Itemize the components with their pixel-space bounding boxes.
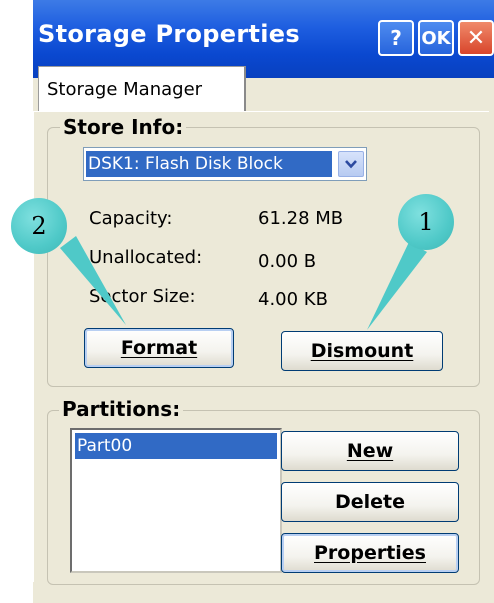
callout-pointers (60, 236, 427, 330)
callout-1-pointer (367, 242, 427, 330)
callout-1-badge: 1 (398, 194, 454, 250)
callout-2-pointer (60, 236, 126, 325)
callout-2-badge: 2 (11, 198, 67, 254)
